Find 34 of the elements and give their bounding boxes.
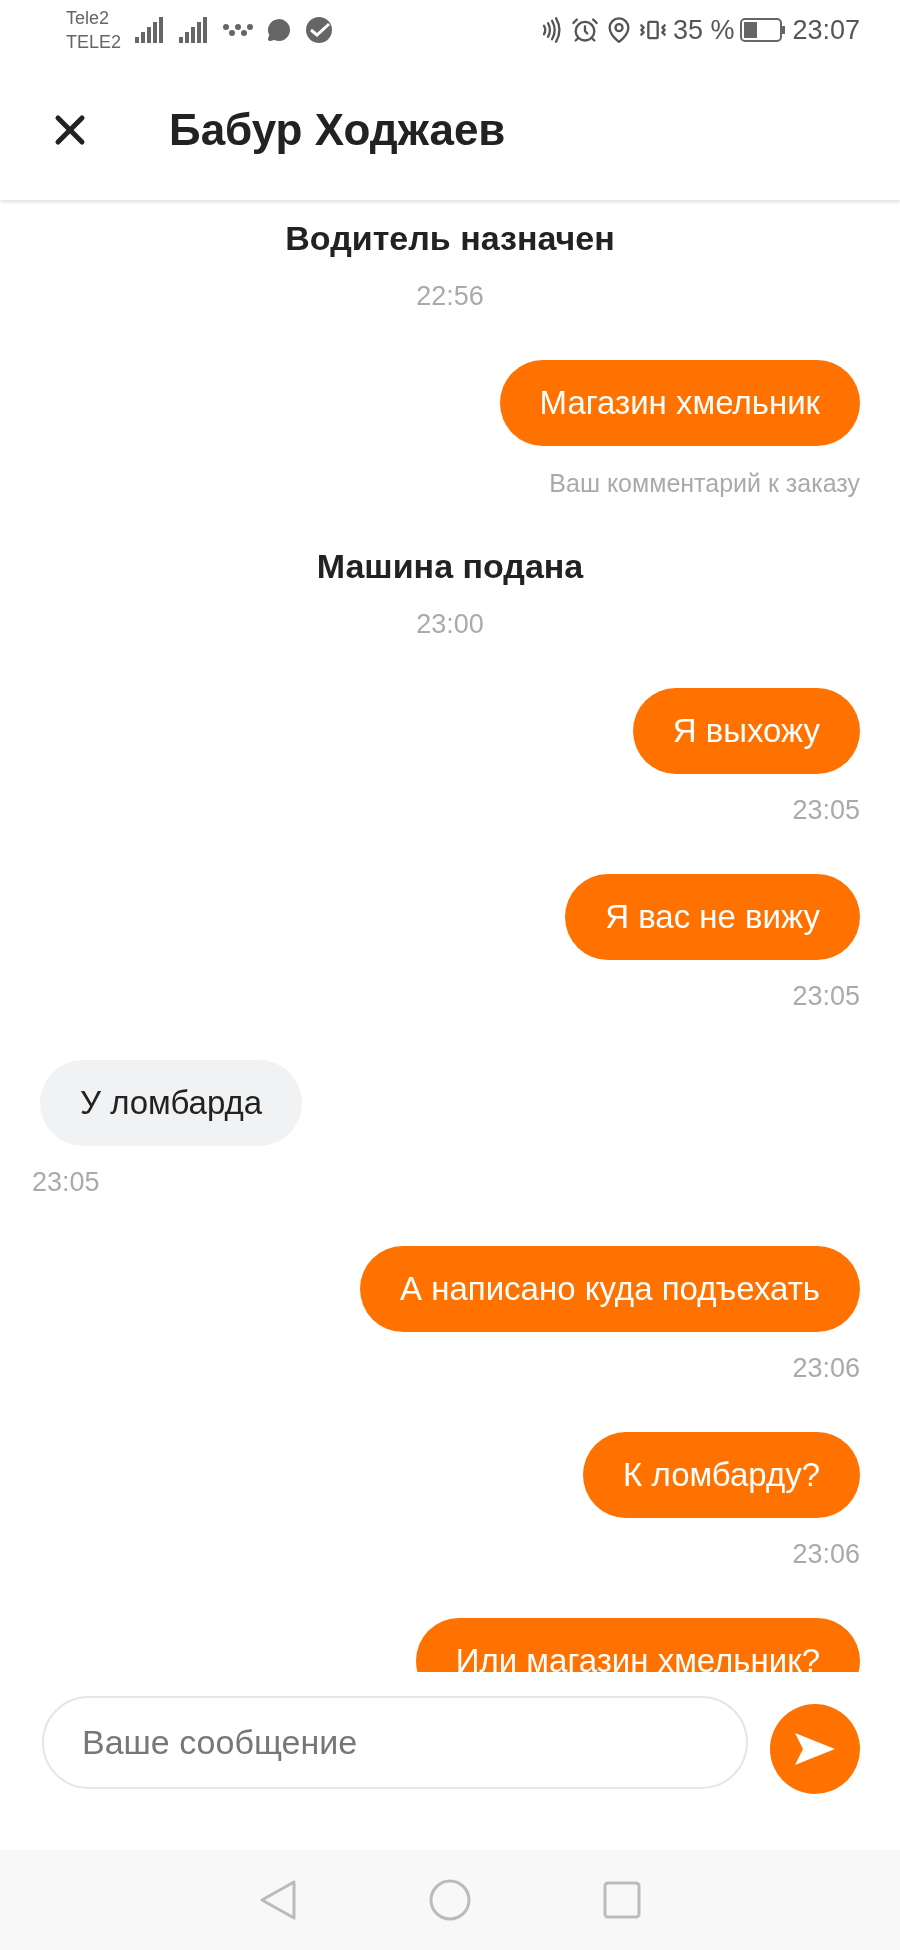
sent-message: Магазин хмельник: [499, 360, 860, 446]
chat-icon: [267, 18, 292, 42]
signal-icon: [135, 17, 166, 43]
message-field[interactable]: Ваше сообщение: [42, 1696, 748, 1789]
sent-message: Или магазин хмельник?: [415, 1618, 860, 1672]
carrier-name: TELE2: [66, 31, 122, 54]
sent-message: К ломбарду?: [583, 1432, 860, 1518]
received-message: У ломбарда: [40, 1060, 303, 1146]
battery-icon: [740, 18, 787, 42]
message-time: 23:06: [792, 1352, 860, 1385]
carrier-name: Tele2: [66, 7, 111, 30]
recents-button[interactable]: [602, 1880, 642, 1920]
event-time: 23:00: [416, 608, 484, 641]
dots-icon: [223, 23, 254, 37]
sent-message: А написано куда подъехать: [360, 1246, 860, 1332]
message-time: 23:05: [792, 794, 860, 827]
signal-icon: [179, 17, 210, 43]
home-button[interactable]: [428, 1878, 472, 1922]
message-time: 23:05: [792, 980, 860, 1013]
clock: 23:07: [792, 14, 860, 46]
logo-icon: [305, 16, 334, 44]
message-time: 23:06: [792, 1538, 860, 1571]
battery-percent: 35 %: [672, 14, 735, 46]
send-icon: [793, 1731, 837, 1767]
message-caption: Ваш комментарий к заказу: [549, 468, 860, 499]
sent-message: Я вас не вижу: [565, 874, 860, 960]
event-title: Машина подана: [316, 546, 584, 587]
sent-message: Я выхожу: [632, 688, 860, 774]
chat-title: Бабур Ходжаев: [169, 105, 506, 155]
back-button[interactable]: [258, 1878, 298, 1922]
event-title: Водитель назначен: [285, 218, 615, 259]
message-time: 23:05: [32, 1166, 100, 1199]
event-time: 22:56: [416, 280, 484, 313]
alarm-icon: [570, 16, 599, 44]
